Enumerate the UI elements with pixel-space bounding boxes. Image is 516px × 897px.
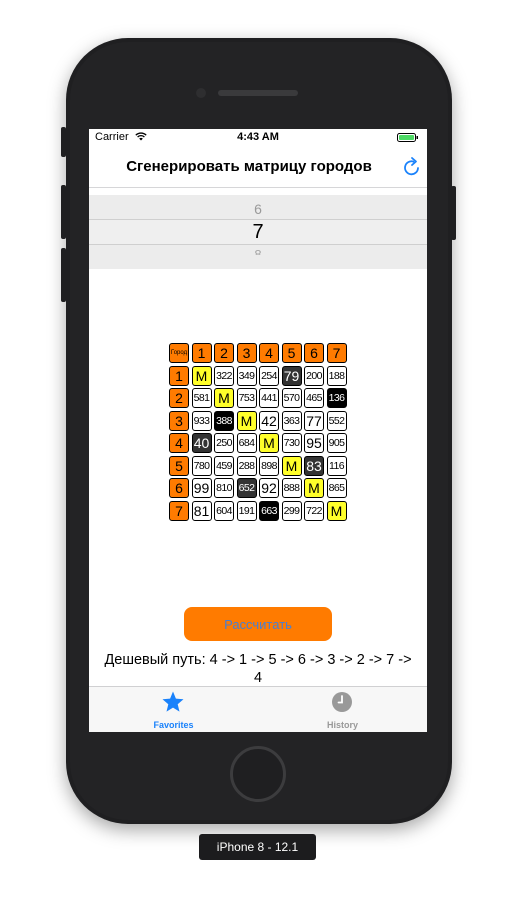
matrix-cell: 753 [236, 388, 257, 408]
tab-favorites-label: Favorites [153, 720, 194, 730]
matrix-cell: 552 [326, 410, 347, 431]
picker-selected-value[interactable]: 7 [89, 219, 427, 245]
navigation-bar: Сгенерировать матрицу городов [89, 145, 427, 188]
matrix-column-header: 5 [281, 343, 302, 363]
picker-option-below[interactable]: 8 [89, 243, 427, 255]
home-button[interactable] [230, 746, 286, 802]
matrix-row-header: 1 [169, 365, 189, 386]
matrix-cell: M [281, 455, 302, 476]
matrix-cell: 42 [259, 410, 279, 431]
matrix-cell: 810 [214, 478, 234, 498]
matrix-cell: 459 [214, 455, 234, 476]
matrix-cell: 92 [259, 478, 279, 498]
matrix-cell: 905 [326, 433, 347, 453]
matrix-cell: 684 [236, 433, 257, 453]
matrix-column-header: 4 [259, 343, 279, 363]
matrix-cell: 888 [281, 478, 302, 498]
tab-history-label: History [326, 720, 358, 730]
matrix-cell: 83 [304, 455, 324, 476]
matrix-cell: 254 [259, 365, 279, 386]
clock-icon [332, 692, 352, 712]
app-screen: Carrier 4:43 AM Сгенерировать матрицу го… [89, 129, 427, 732]
matrix-cell: 77 [304, 410, 324, 431]
matrix-column-header: 6 [304, 343, 324, 363]
battery-charging-icon [397, 133, 418, 142]
device-label: iPhone 8 - 12.1 [199, 834, 316, 860]
matrix-cell: 349 [236, 365, 257, 386]
matrix-cell: 363 [281, 410, 302, 431]
tab-bar: Favorites History [89, 686, 427, 732]
matrix-cell: M [214, 388, 234, 408]
matrix-cell: 40 [191, 433, 212, 453]
matrix-cell: 188 [326, 365, 347, 386]
front-camera [196, 88, 206, 98]
matrix-cell: M [191, 365, 212, 386]
matrix-corner-label: Город [169, 343, 189, 363]
calculate-button[interactable]: Рассчитать [184, 607, 332, 641]
matrix-cell: M [304, 478, 324, 498]
matrix-cell: 200 [304, 365, 324, 386]
status-bar: Carrier 4:43 AM [89, 129, 427, 145]
city-count-picker[interactable]: 6 7 8 [89, 195, 427, 269]
matrix-cell: 865 [326, 478, 347, 498]
matrix-cell: 136 [326, 388, 347, 408]
matrix-row-header: 2 [169, 388, 189, 408]
matrix-cell: M [326, 500, 347, 521]
matrix-cell: 933 [191, 410, 212, 431]
volume-down-button [61, 248, 66, 302]
matrix-cell: 730 [281, 433, 302, 453]
status-time: 4:43 AM [237, 131, 279, 143]
matrix-column-header: 3 [236, 343, 257, 363]
matrix-row-header: 6 [169, 478, 189, 498]
matrix-cell: 441 [259, 388, 279, 408]
tab-history[interactable]: History [258, 687, 427, 732]
matrix-cell: 898 [259, 455, 279, 476]
matrix-cell: 299 [281, 500, 302, 521]
matrix-row-header: 7 [169, 500, 189, 521]
page-title: Сгенерировать матрицу городов [126, 158, 372, 175]
matrix-cell: 581 [191, 388, 212, 408]
matrix-cell: 465 [304, 388, 324, 408]
matrix-column-header: 7 [326, 343, 347, 363]
matrix-cell: 652 [236, 478, 257, 498]
matrix-cell: 81 [191, 500, 212, 521]
matrix-cell: 95 [304, 433, 324, 453]
matrix-cell: 722 [304, 500, 324, 521]
matrix-cell: 322 [214, 365, 234, 386]
matrix-column-header: 2 [214, 343, 234, 363]
matrix-cell: M [259, 433, 279, 453]
earpiece-speaker [218, 90, 298, 96]
matrix-cell: 570 [281, 388, 302, 408]
matrix-cell: 79 [281, 365, 302, 386]
matrix-cell: 663 [259, 500, 279, 521]
tab-favorites[interactable]: Favorites [89, 687, 258, 732]
matrix-column-header: 1 [191, 343, 212, 363]
matrix-cell: 288 [236, 455, 257, 476]
matrix-row-header: 3 [169, 410, 189, 431]
refresh-icon[interactable] [401, 156, 423, 178]
city-matrix: Город 1 2 3 4 5 6 7 1 M 322 349 254 79 200 188 2 581 M 753 4… [169, 343, 349, 523]
matrix-cell: 388 [214, 410, 234, 431]
volume-up-button [61, 185, 66, 239]
power-button [451, 186, 456, 240]
matrix-cell: 116 [326, 455, 347, 476]
matrix-cell: 191 [236, 500, 257, 521]
matrix-cell: 780 [191, 455, 212, 476]
matrix-cell: M [236, 410, 257, 431]
star-icon [162, 691, 184, 712]
picker-option-above[interactable]: 6 [89, 201, 427, 217]
matrix-row-header: 4 [169, 433, 189, 453]
matrix-cell: 250 [214, 433, 234, 453]
silent-switch [61, 127, 66, 157]
cheapest-path-result: Дешевый путь: 4 -> 1 -> 5 -> 6 -> 3 -> 2… [104, 652, 412, 686]
matrix-cell: 604 [214, 500, 234, 521]
matrix-cell: 99 [191, 478, 212, 498]
matrix-row-header: 5 [169, 455, 189, 476]
